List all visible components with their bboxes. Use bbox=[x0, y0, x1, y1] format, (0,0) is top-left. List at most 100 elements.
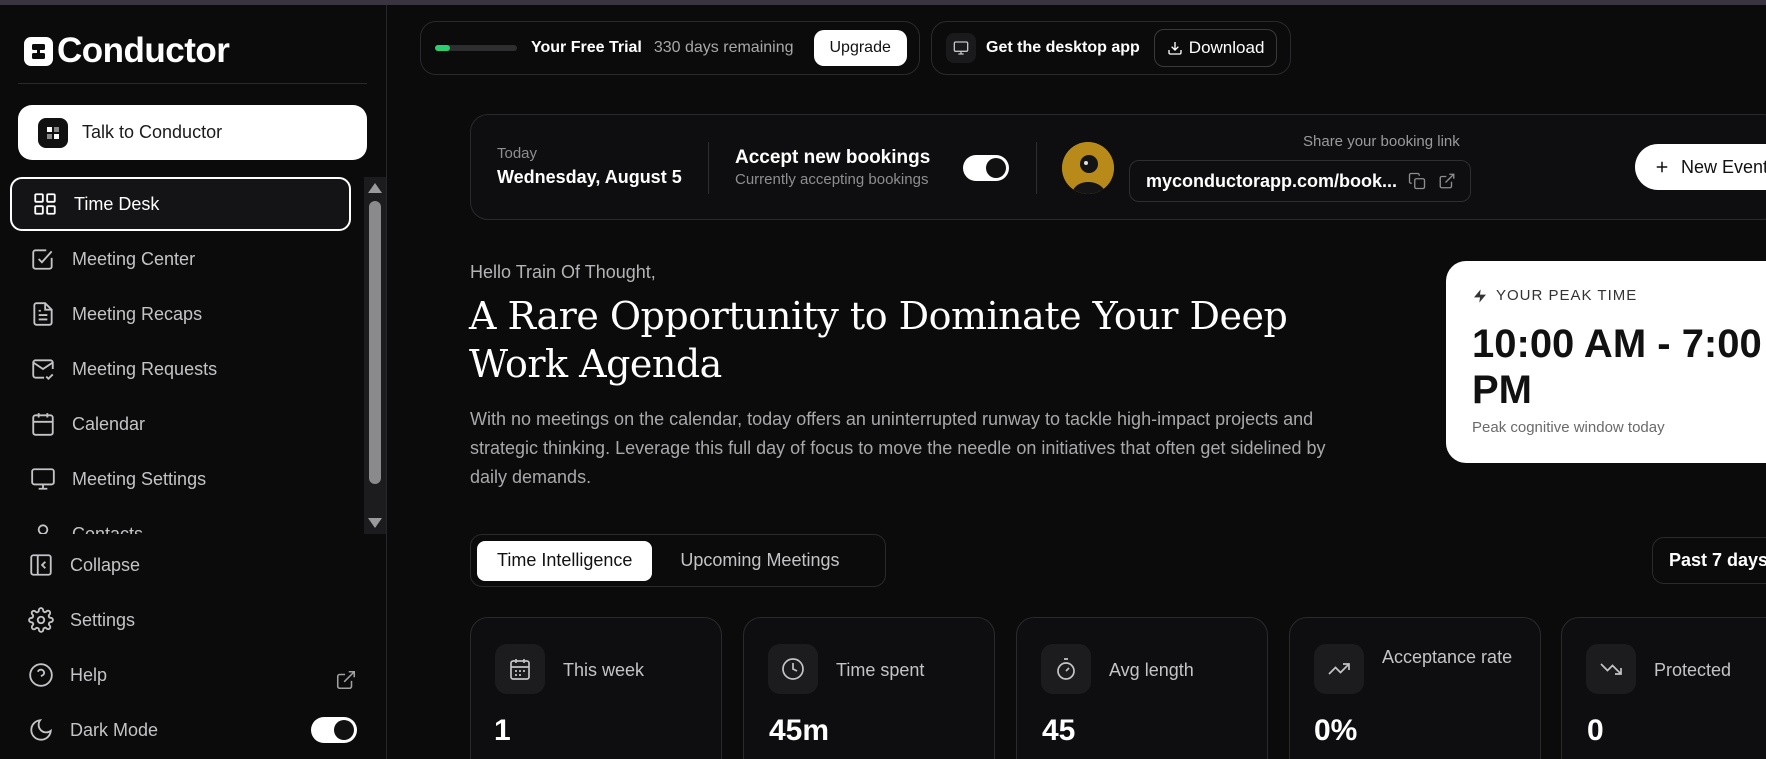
sidebar-item-label: Meeting Center bbox=[72, 248, 196, 269]
sidebar-item-meeting-settings[interactable]: Meeting Settings bbox=[10, 452, 351, 506]
dark-mode-toggle[interactable] bbox=[311, 717, 357, 743]
accept-bookings-status: Currently accepting bookings bbox=[735, 171, 929, 188]
accept-bookings-toggle[interactable] bbox=[963, 155, 1009, 181]
user-icon bbox=[37, 524, 49, 534]
external-link-icon[interactable] bbox=[1438, 172, 1456, 190]
sidebar-divider bbox=[18, 83, 367, 84]
checkbox-icon bbox=[32, 249, 53, 270]
greeting-text: Hello Train Of Thought, bbox=[470, 262, 656, 282]
download-label: Download bbox=[1188, 38, 1265, 57]
help-circle-icon bbox=[29, 663, 53, 687]
conductor-icon bbox=[38, 117, 68, 148]
toggle-knob bbox=[334, 720, 354, 740]
stat-value-acceptance-rate: 0% bbox=[1314, 714, 1358, 747]
peak-time-value: 10:00 AM - 7:00 PM bbox=[1472, 322, 1762, 412]
trending-up-icon bbox=[1314, 644, 1364, 694]
stat-label: Protected bbox=[1654, 660, 1732, 680]
divider bbox=[1036, 142, 1037, 194]
conductor-logo-icon bbox=[24, 36, 53, 66]
sidebar-scrollbar[interactable] bbox=[364, 177, 386, 534]
talk-to-conductor-button[interactable]: Talk to Conductor bbox=[18, 105, 367, 160]
sidebar-item-meeting-requests[interactable]: Meeting Requests bbox=[10, 342, 351, 396]
sidebar-collapse-icon bbox=[30, 554, 52, 576]
new-event-label: New Event bbox=[1681, 156, 1766, 177]
stat-value-time-spent: 45m bbox=[769, 714, 830, 747]
desktop-app-label: Get the desktop app bbox=[986, 39, 1140, 56]
clock-icon bbox=[768, 644, 818, 694]
mail-check-icon bbox=[32, 359, 54, 381]
dark-mode-row: Dark Mode bbox=[28, 715, 158, 745]
collapse-label: Collapse bbox=[70, 554, 141, 575]
lightning-icon bbox=[1474, 288, 1486, 303]
scroll-down-arrow-icon[interactable] bbox=[368, 518, 382, 528]
date-range-select[interactable]: Past 7 days bbox=[1652, 537, 1766, 584]
page-headline: A Rare Opportunity to Dominate Your Deep… bbox=[469, 294, 1288, 386]
settings-label: Settings bbox=[70, 609, 136, 630]
download-icon bbox=[1168, 42, 1182, 55]
stat-label: Acceptance rate bbox=[1382, 647, 1513, 667]
brand-name: Conductor bbox=[57, 31, 230, 70]
free-trial-banner: Your Free Trial 330 days remaining Upgra… bbox=[420, 21, 920, 75]
stat-label: This week bbox=[563, 660, 645, 680]
plus-icon bbox=[1656, 161, 1668, 173]
peak-time-card: YOUR PEAK TIME 10:00 AM - 7:00 PM Peak c… bbox=[1446, 261, 1766, 463]
help-label: Help bbox=[70, 664, 108, 685]
peak-time-header: YOUR PEAK TIME bbox=[1472, 287, 1637, 304]
sidebar: Conductor Talk to Conductor Time Desk Me… bbox=[0, 5, 387, 759]
sidebar-item-label: Meeting Requests bbox=[72, 358, 218, 379]
trial-days-remaining: 330 days remaining bbox=[653, 39, 794, 56]
gear-icon bbox=[28, 607, 54, 633]
sidebar-item-label: Meeting Settings bbox=[72, 468, 207, 489]
sidebar-item-time-desk[interactable]: Time Desk bbox=[10, 177, 351, 231]
stopwatch-icon bbox=[1041, 644, 1091, 694]
new-event-button[interactable]: New Event bbox=[1635, 144, 1766, 190]
sidebar-item-meeting-recaps[interactable]: Meeting Recaps bbox=[10, 287, 351, 341]
monitor-icon bbox=[31, 468, 55, 490]
calendar-icon bbox=[32, 413, 54, 436]
download-button[interactable]: Download bbox=[1153, 29, 1278, 67]
monitor-icon bbox=[946, 33, 976, 63]
sidebar-item-label: Meeting Recaps bbox=[72, 303, 203, 324]
sidebar-item-contacts[interactable]: Contacts bbox=[10, 507, 351, 534]
booking-bar: Today Wednesday, August 5 Accept new boo… bbox=[470, 114, 1766, 220]
calendar-icon bbox=[495, 644, 545, 694]
trending-down-icon bbox=[1586, 644, 1636, 694]
settings-button[interactable]: Settings bbox=[28, 605, 135, 635]
sidebar-item-meeting-center[interactable]: Meeting Center bbox=[10, 232, 351, 286]
scroll-up-arrow-icon[interactable] bbox=[368, 183, 382, 193]
copy-icon[interactable] bbox=[1408, 172, 1426, 190]
sidebar-item-label: Calendar bbox=[72, 413, 146, 434]
upgrade-button[interactable]: Upgrade bbox=[813, 30, 907, 66]
headline-description: With no meetings on the calendar, today … bbox=[470, 409, 1326, 487]
sidebar-nav: Time Desk Meeting Center Meeting Recaps … bbox=[10, 177, 365, 534]
view-tabs: Time Intelligence Upcoming Meetings bbox=[470, 534, 886, 587]
stat-value-protected: 0 bbox=[1587, 714, 1604, 747]
today-date: Wednesday, August 5 bbox=[497, 167, 682, 187]
trial-progress-bar bbox=[435, 45, 517, 51]
document-icon bbox=[33, 302, 53, 326]
sidebar-item-calendar[interactable]: Calendar bbox=[10, 397, 351, 451]
help-link[interactable]: Help bbox=[28, 660, 107, 690]
desktop-app-banner: Get the desktop app Download bbox=[931, 21, 1291, 75]
sidebar-item-label: Time Desk bbox=[74, 193, 160, 214]
trial-label: Your Free Trial bbox=[531, 39, 642, 56]
sidebar-item-label: Contacts bbox=[72, 523, 144, 535]
peak-time-label: YOUR PEAK TIME bbox=[1496, 287, 1638, 304]
scrollbar-thumb[interactable] bbox=[369, 201, 381, 484]
grid-icon bbox=[34, 193, 56, 215]
tab-upcoming-meetings[interactable]: Upcoming Meetings bbox=[660, 541, 859, 581]
dark-mode-label: Dark Mode bbox=[70, 719, 159, 740]
peak-time-subtitle: Peak cognitive window today bbox=[1472, 419, 1665, 436]
brand-logo[interactable]: Conductor bbox=[24, 31, 230, 71]
tab-time-intelligence[interactable]: Time Intelligence bbox=[477, 540, 653, 581]
booking-link-field[interactable]: myconductorapp.com/book... bbox=[1129, 160, 1471, 202]
stat-label: Time spent bbox=[836, 660, 925, 680]
avatar[interactable] bbox=[1062, 142, 1114, 194]
moon-icon bbox=[30, 719, 52, 741]
stat-value-avg-length: 45 bbox=[1042, 714, 1076, 747]
accept-bookings-title: Accept new bookings bbox=[735, 147, 931, 168]
external-link-icon bbox=[336, 670, 356, 690]
collapse-button[interactable]: Collapse bbox=[28, 550, 140, 580]
user-avatar-image bbox=[1062, 142, 1114, 194]
toggle-knob bbox=[986, 158, 1006, 178]
